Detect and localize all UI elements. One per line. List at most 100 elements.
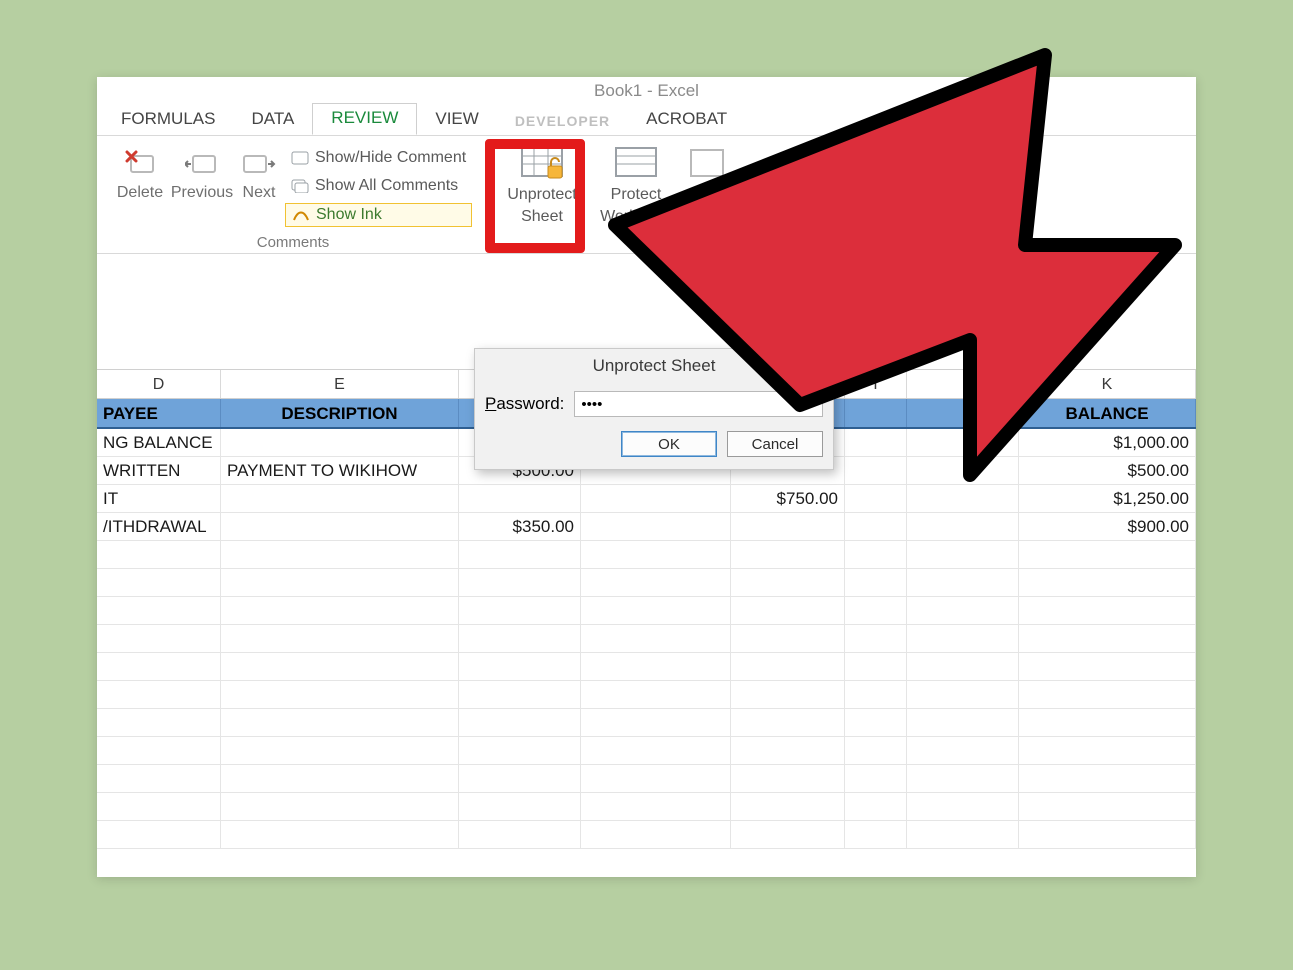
cell[interactable] (221, 737, 459, 764)
cell[interactable] (907, 625, 1019, 652)
cell[interactable] (731, 569, 845, 596)
cell[interactable] (581, 485, 731, 512)
cell[interactable] (459, 709, 581, 736)
cell[interactable] (581, 653, 731, 680)
delete-comment-button[interactable]: Delete (109, 144, 171, 202)
cell[interactable] (459, 653, 581, 680)
next-comment-button[interactable]: Next (233, 144, 285, 202)
cell[interactable] (221, 681, 459, 708)
cell[interactable] (97, 569, 221, 596)
cell[interactable] (221, 821, 459, 848)
cancel-button[interactable]: Cancel (727, 431, 823, 457)
cell[interactable] (221, 653, 459, 680)
cell[interactable] (459, 485, 581, 512)
tab-formulas[interactable]: FORMULAS (103, 105, 233, 135)
cell[interactable] (1019, 681, 1196, 708)
cell[interactable] (581, 597, 731, 624)
cell[interactable] (1019, 765, 1196, 792)
tab-review[interactable]: REVIEW (312, 103, 417, 135)
cell[interactable] (581, 821, 731, 848)
cell[interactable] (221, 541, 459, 568)
cell[interactable] (581, 681, 731, 708)
dialog-close-button[interactable]: ✕ (787, 351, 831, 377)
cell[interactable] (907, 765, 1019, 792)
header-description[interactable]: DESCRIPTION (221, 399, 459, 427)
cell[interactable] (731, 681, 845, 708)
cell[interactable] (581, 513, 731, 540)
cell[interactable] (459, 569, 581, 596)
cell[interactable] (97, 597, 221, 624)
col-header-D[interactable]: D (97, 370, 221, 398)
cell[interactable]: NG BALANCE (97, 429, 221, 456)
cell[interactable] (845, 457, 907, 484)
cell[interactable] (221, 513, 459, 540)
tab-view[interactable]: VIEW (417, 105, 496, 135)
password-field[interactable] (574, 391, 823, 417)
cell[interactable] (845, 737, 907, 764)
cell[interactable] (907, 569, 1019, 596)
cell[interactable] (731, 513, 845, 540)
header-j[interactable]: IN (907, 399, 1019, 427)
cell[interactable]: $1,000.00 (1019, 429, 1196, 456)
cell[interactable] (845, 625, 907, 652)
cell[interactable] (1019, 709, 1196, 736)
previous-comment-button[interactable]: Previous (171, 144, 233, 202)
share-workbook-button[interactable] (687, 142, 727, 226)
cell[interactable]: WRITTEN (97, 457, 221, 484)
cell[interactable] (459, 737, 581, 764)
cell[interactable] (845, 597, 907, 624)
cell[interactable] (221, 793, 459, 820)
cell[interactable] (1019, 653, 1196, 680)
cell[interactable]: $1,250.00 (1019, 485, 1196, 512)
cell[interactable] (731, 709, 845, 736)
cell[interactable] (907, 485, 1019, 512)
cell[interactable]: $750.00 (731, 485, 845, 512)
show-ink-button[interactable]: Show Ink (285, 203, 472, 227)
cell[interactable] (731, 821, 845, 848)
cell[interactable] (1019, 625, 1196, 652)
cell[interactable] (845, 485, 907, 512)
cell[interactable] (907, 457, 1019, 484)
cell[interactable] (97, 793, 221, 820)
cell[interactable] (731, 737, 845, 764)
cell[interactable] (1019, 597, 1196, 624)
cell[interactable] (581, 793, 731, 820)
cell[interactable] (731, 541, 845, 568)
cell[interactable] (1019, 541, 1196, 568)
cell[interactable] (97, 681, 221, 708)
cell[interactable] (907, 597, 1019, 624)
cell[interactable] (221, 429, 459, 456)
cell[interactable] (581, 737, 731, 764)
cell[interactable] (97, 709, 221, 736)
cell[interactable] (845, 569, 907, 596)
cell[interactable] (845, 709, 907, 736)
cell[interactable] (581, 541, 731, 568)
cell[interactable] (731, 597, 845, 624)
cell[interactable] (907, 541, 1019, 568)
protect-workbook-button[interactable]: Protect Workbook (593, 142, 679, 226)
cell[interactable]: /ITHDRAWAL (97, 513, 221, 540)
col-header-E[interactable]: E (221, 370, 459, 398)
col-header-K[interactable]: K (1019, 370, 1196, 398)
col-header-I[interactable]: I (845, 370, 907, 398)
cell[interactable] (581, 569, 731, 596)
cell[interactable] (221, 625, 459, 652)
cell[interactable] (221, 485, 459, 512)
cell[interactable] (1019, 569, 1196, 596)
cell[interactable] (97, 737, 221, 764)
dialog-help-icon[interactable]: ? (759, 355, 781, 389)
cell[interactable] (1019, 737, 1196, 764)
cell[interactable] (907, 513, 1019, 540)
tab-acrobat[interactable]: ACROBAT (628, 105, 745, 135)
cell[interactable] (221, 765, 459, 792)
cell[interactable] (1019, 793, 1196, 820)
cell[interactable]: $900.00 (1019, 513, 1196, 540)
header-balance[interactable]: BALANCE (1019, 399, 1196, 427)
cell[interactable] (459, 681, 581, 708)
cell[interactable] (731, 653, 845, 680)
show-hide-comment-button[interactable]: Show/Hide Comment (285, 147, 472, 169)
tab-developer[interactable]: DEVELOPER (497, 109, 628, 135)
cell[interactable] (97, 765, 221, 792)
header-payee[interactable]: PAYEE (97, 399, 221, 427)
cell[interactable] (1019, 821, 1196, 848)
